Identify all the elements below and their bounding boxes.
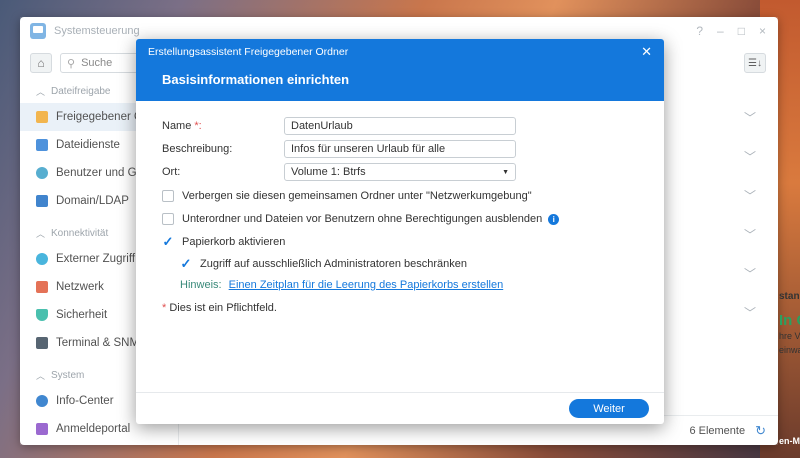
hide-subfolders-checkbox[interactable]	[162, 213, 174, 225]
description-field[interactable]: Infos für unseren Urlaub für alle	[284, 140, 516, 158]
info-icon[interactable]: i	[548, 213, 560, 225]
location-select-value: Volume 1: Btrfs	[291, 166, 366, 178]
name-field-value: DatenUrlaub	[291, 120, 353, 132]
next-button[interactable]: Weiter	[569, 399, 649, 418]
location-label: Ort:	[162, 166, 181, 178]
wizard-title: Erstellungsassistent Freigegebener Ordne…	[148, 46, 349, 58]
recycle-bin-checkbox[interactable]: ✓	[162, 234, 174, 249]
location-select[interactable]: Volume 1: Btrfs ▼	[284, 163, 516, 181]
recycle-bin-row[interactable]: ✓ Papierkorb aktivieren	[162, 234, 286, 250]
admin-only-checkbox[interactable]: ✓	[180, 256, 192, 271]
wizard-footer: Weiter	[136, 392, 664, 424]
hide-network-checkbox[interactable]	[162, 190, 174, 202]
hint-label: Hinweis:	[180, 279, 222, 291]
description-field-value: Infos für unseren Urlaub für alle	[291, 143, 446, 155]
create-shared-folder-wizard: Erstellungsassistent Freigegebener Ordne…	[136, 39, 664, 424]
checkbox-label: Unterordner und Dateien vor Benutzern oh…	[182, 213, 543, 225]
name-field[interactable]: DatenUrlaub	[284, 117, 516, 135]
name-label: Name *:	[162, 120, 284, 132]
required-marker: *	[162, 302, 167, 314]
wizard-header: Erstellungsassistent Freigegebener Ordne…	[136, 39, 664, 101]
peek-text: In G	[779, 312, 800, 329]
required-marker: *:	[194, 120, 202, 132]
checkbox-label: Zugriff auf ausschließlich Administrator…	[200, 258, 467, 270]
peek-text: einwa	[779, 345, 800, 355]
hint-row: Hinweis: Einen Zeitplan für die Leerung …	[180, 279, 503, 291]
required-note: * Dies ist ein Pflichtfeld.	[162, 302, 277, 314]
admin-only-row[interactable]: ✓ Zugriff auf ausschließlich Administrat…	[180, 256, 467, 272]
name-row: Name *: DatenUrlaub	[162, 117, 516, 135]
hide-subfolders-row[interactable]: Unterordner und Dateien vor Benutzern oh…	[162, 211, 560, 227]
required-note-text: Dies ist ein Pflichtfeld.	[169, 302, 277, 314]
caret-down-icon: ▼	[502, 168, 509, 176]
description-label: Beschreibung:	[162, 143, 233, 155]
hide-network-row[interactable]: Verbergen sie diesen gemeinsamen Ordner …	[162, 188, 532, 204]
schedule-link[interactable]: Einen Zeitplan für die Leerung des Papie…	[229, 279, 504, 291]
close-icon[interactable]: ✕	[641, 44, 652, 60]
description-row: Beschreibung: Infos für unseren Urlaub f…	[162, 140, 516, 158]
checkbox-label: Verbergen sie diesen gemeinsamen Ordner …	[182, 190, 532, 202]
name-label-text: Name	[162, 120, 192, 132]
location-row: Ort: Volume 1: Btrfs ▼	[162, 163, 516, 181]
peek-text: hre V	[779, 331, 800, 341]
checkbox-label: Papierkorb aktivieren	[182, 236, 286, 248]
peek-text: stan	[779, 291, 800, 302]
peek-text: en-M	[779, 436, 800, 446]
wizard-step-heading: Basisinformationen einrichten	[162, 72, 350, 87]
